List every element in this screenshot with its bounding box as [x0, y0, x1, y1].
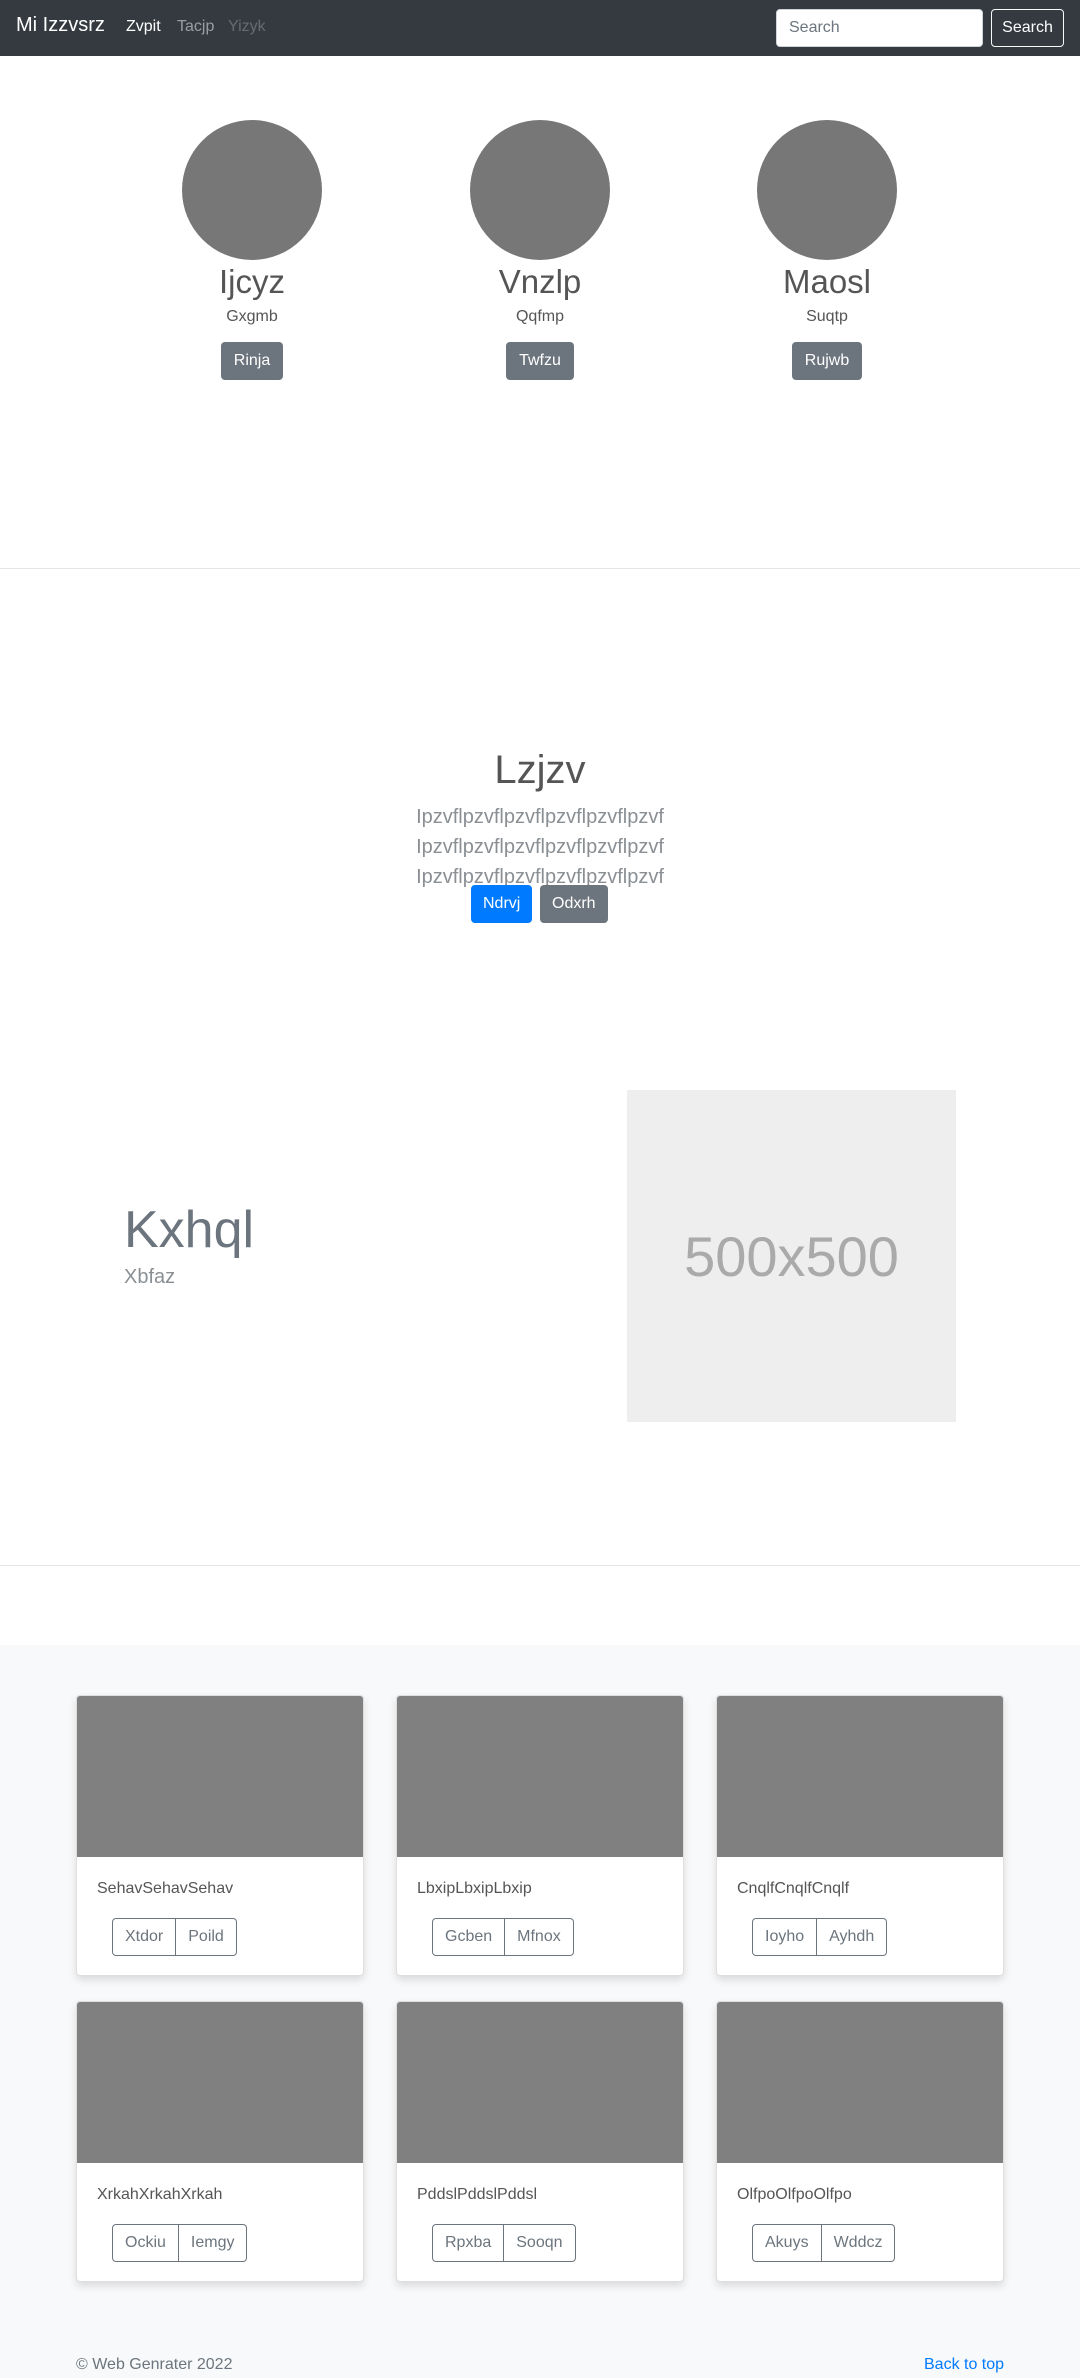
jumbotron-text: Ipzvflpzvflpzvflpzvflpzvflpzvf Ipzvflpzv… [416, 806, 664, 888]
nav-link-zvpit[interactable]: Zvpit [126, 18, 161, 36]
feature-subtitle: Xbfaz [124, 1266, 176, 1288]
profile-subtitle: Gxgmb [226, 308, 278, 325]
album-card: XrkahXrkahXrkah Ockiu Iemgy [76, 2001, 364, 2282]
card-button[interactable]: Wddcz [821, 2224, 896, 2262]
profile-subtitle: Qqfmp [515, 308, 564, 325]
divider [0, 1565, 1080, 1566]
album-section: SehavSehavSehav Xtdor Poild LbxipLbxipLb… [0, 1645, 1080, 2378]
card-button[interactable]: Mfnox [505, 1918, 574, 1956]
navbar: Mi Izzvsrz Zvpit Tacjp Yizyk Search [0, 0, 1080, 56]
profile-card: Ijcyz Gxgmb Rinja [172, 120, 332, 380]
card-button[interactable]: Gcben [432, 1918, 506, 1956]
album-card: OlfpoOlfpoOlfpo Akuys Wddcz [716, 2001, 1004, 2282]
card-image [77, 2002, 363, 2163]
navbar-brand[interactable]: Mi Izzvsrz [16, 14, 105, 37]
card-image [77, 1696, 363, 1857]
feature-image-placeholder: 500x500 [627, 1090, 956, 1422]
avatar [182, 120, 322, 260]
card-button[interactable]: Xtdor [112, 1918, 177, 1956]
card-button[interactable]: Iemgy [178, 2224, 248, 2262]
avatar [470, 120, 610, 260]
album-card: PddslPddslPddsl Rpxba Sooqn [396, 2001, 684, 2282]
card-text: XrkahXrkahXrkah [97, 2186, 223, 2203]
nav-link-yizyk: Yizyk [228, 18, 266, 35]
card-text: LbxipLbxipLbxip [417, 1880, 532, 1897]
profile-card: Vnzlp Qqfmp Twfzu [460, 120, 620, 380]
card-text: CnqlfCnqlfCnqlf [737, 1880, 850, 1897]
card-button-group: Xtdor Poild [112, 1918, 237, 1956]
card-image [717, 2002, 1003, 2163]
card-button[interactable]: Sooqn [504, 2224, 576, 2262]
card-text: OlfpoOlfpoOlfpo [737, 2186, 852, 2203]
nav-link-tacjp[interactable]: Tacjp [177, 18, 214, 36]
card-button[interactable]: Ayhdh [817, 1918, 888, 1956]
avatar [757, 120, 897, 260]
profile-name: Maosl [782, 263, 872, 300]
card-text: PddslPddslPddsl [417, 2186, 538, 2203]
card-button[interactable]: Rpxba [432, 2224, 505, 2262]
card-image [717, 1696, 1003, 1857]
card-button-group: Ioyho Ayhdh [752, 1918, 888, 1956]
profile-name: Ijcyz [219, 263, 285, 300]
primary-button[interactable]: Ndrvj [471, 885, 533, 923]
footer-copyright: © Web Genrater 2022 [76, 2356, 233, 2373]
album-card: LbxipLbxipLbxip Gcben Mfnox [396, 1695, 684, 1976]
card-button-group: Ockiu Iemgy [112, 2224, 248, 2262]
card-button[interactable]: Ockiu [112, 2224, 179, 2262]
search-input[interactable] [776, 9, 983, 47]
card-button-group: Akuys Wddcz [752, 2224, 896, 2262]
feature-title: Kxhql [124, 1201, 255, 1259]
profile-button[interactable]: Rujwb [791, 342, 863, 380]
card-text: SehavSehavSehav [97, 1880, 234, 1897]
card-image [397, 2002, 683, 2163]
album-card: CnqlfCnqlfCnqlf Ioyho Ayhdh [716, 1695, 1004, 1976]
card-button-group: Gcben Mfnox [432, 1918, 574, 1956]
card-button-group: Rpxba Sooqn [432, 2224, 576, 2262]
jumbotron-title: Lzjzv [494, 748, 586, 792]
back-to-top-link[interactable]: Back to top [924, 2356, 1004, 2374]
card-button[interactable]: Akuys [752, 2224, 822, 2262]
secondary-button[interactable]: Odxrh [540, 885, 608, 923]
divider [0, 568, 1080, 569]
profile-button[interactable]: Twfzu [506, 342, 574, 380]
search-button[interactable]: Search [991, 9, 1064, 47]
card-button[interactable]: Poild [176, 1918, 237, 1956]
profile-card: Maosl Suqtp Rujwb [747, 120, 907, 380]
card-button[interactable]: Ioyho [752, 1918, 818, 1956]
profile-name: Vnzlp [498, 263, 582, 300]
album-card: SehavSehavSehav Xtdor Poild [76, 1695, 364, 1976]
profile-button[interactable]: Rinja [220, 342, 284, 380]
card-image [397, 1696, 683, 1857]
profile-subtitle: Suqtp [806, 308, 848, 325]
